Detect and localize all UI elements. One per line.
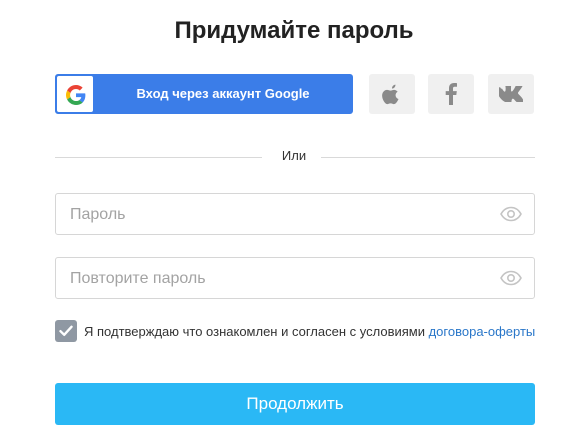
eye-icon[interactable] xyxy=(500,206,522,222)
agreement-label: Я подтверждаю что ознакомлен и согласен … xyxy=(84,324,429,339)
vk-login-button[interactable] xyxy=(488,74,534,114)
apple-icon xyxy=(382,84,399,105)
repeat-password-field xyxy=(55,257,535,300)
checkmark-icon xyxy=(59,325,73,336)
eye-icon[interactable] xyxy=(500,270,522,286)
divider-or-label: Или xyxy=(281,148,307,163)
offer-contract-link[interactable]: договора-оферты xyxy=(429,324,536,339)
repeat-password-input[interactable] xyxy=(68,258,492,300)
agreement-checkbox[interactable] xyxy=(55,320,77,342)
google-icon xyxy=(66,85,86,105)
password-field xyxy=(55,193,535,236)
vk-icon xyxy=(499,86,523,102)
apple-login-button[interactable] xyxy=(369,74,415,114)
agreement-text: Я подтверждаю что ознакомлен и согласен … xyxy=(84,321,544,342)
page-title: Придумайте пароль xyxy=(174,17,414,44)
password-input[interactable] xyxy=(68,194,492,236)
google-login-button[interactable]: Вход через аккаунт Google xyxy=(55,74,353,114)
facebook-icon xyxy=(445,83,457,105)
google-login-label: Вход через аккаунт Google xyxy=(136,86,310,101)
divider-right xyxy=(321,157,535,158)
google-logo-box xyxy=(57,76,93,112)
divider-left xyxy=(55,157,262,158)
facebook-login-button[interactable] xyxy=(428,74,474,114)
continue-button[interactable]: Продолжить xyxy=(55,383,535,425)
